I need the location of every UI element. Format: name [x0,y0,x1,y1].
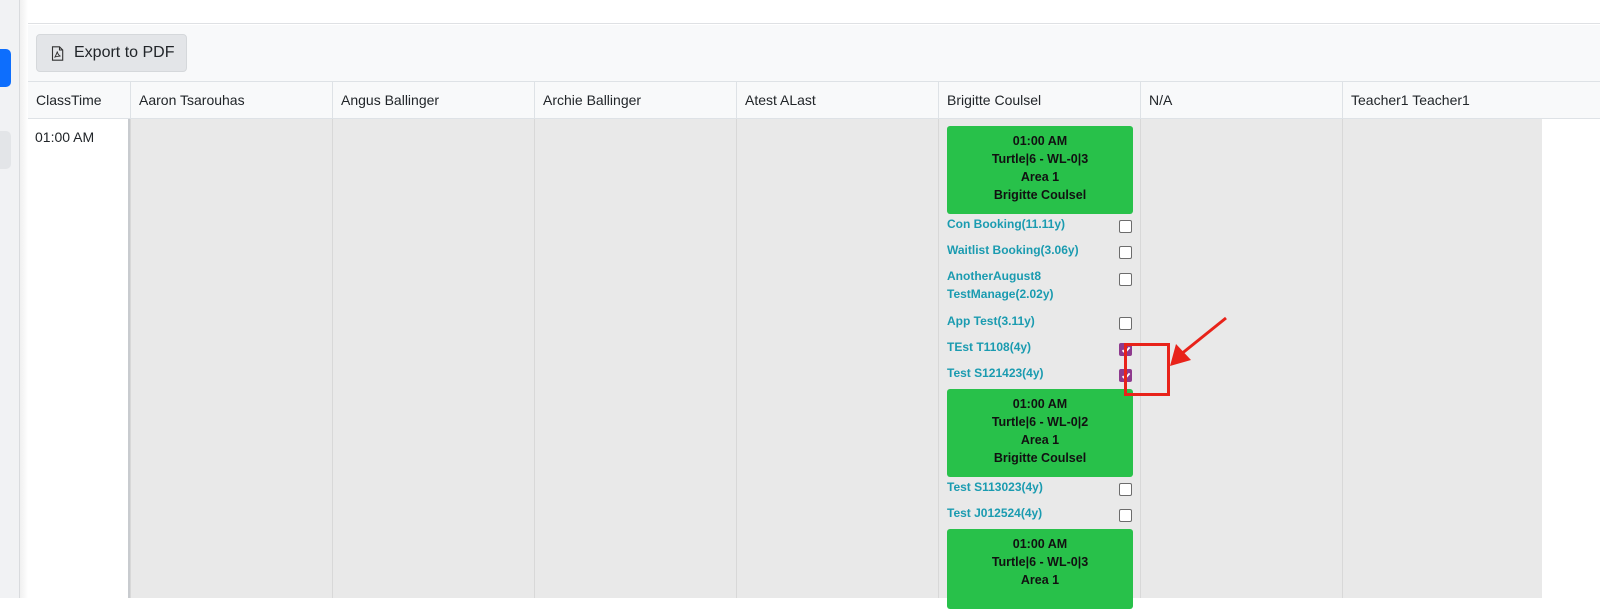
student-checkbox[interactable] [1119,220,1132,233]
schedule-cell-brigitte[interactable]: 01:00 AM Turtle|6 - WL-0|3 Area 1 Brigit… [938,119,1140,609]
annotation-highlight-box [1124,343,1170,396]
pdf-file-icon [51,45,64,61]
header-teacher-brigitte: Brigitte Coulsel [938,82,1140,119]
schedule-cell-teacher1[interactable] [1342,119,1542,598]
schedule-cell-aaron[interactable] [130,119,332,598]
slot-time: 01:00 AM [1012,134,1068,148]
student-link[interactable]: Test J012524(4y) [947,504,1125,522]
side-nav-active-tab[interactable] [0,49,11,87]
header-teacher-teacher1: Teacher1 Teacher1 [1342,82,1600,119]
schedule-grid: ClassTime Aaron Tsarouhas Angus Ballinge… [28,81,1600,609]
top-bar [28,0,1600,24]
side-nav-strip [0,0,20,598]
student-link[interactable]: TEst T1108(4y) [947,338,1125,356]
side-nav-tab[interactable] [0,131,11,169]
header-teacher-na: N/A [1140,82,1342,119]
class-slot[interactable]: 01:00 AM Turtle|6 - WL-0|2 Area 1 Brigit… [947,389,1133,477]
grid-tail [1542,119,1600,598]
side-nav-shadow [20,0,28,598]
slot-teacher: Brigitte Coulsel [993,188,1087,202]
class-slot[interactable]: 01:00 AM Turtle|6 - WL-0|3 Area 1 [947,529,1133,609]
slot-teacher: Brigitte Coulsel [993,451,1087,465]
toolbar: Export to PDF [28,25,1600,81]
header-teacher-aaron: Aaron Tsarouhas [130,82,332,119]
slot-area: Area 1 [1020,170,1060,184]
export-pdf-button[interactable]: Export to PDF [36,34,187,72]
header-classtime: ClassTime [36,92,102,108]
student-link[interactable]: Con Booking(11.11y) [947,215,1125,233]
student-checkbox[interactable] [1119,246,1132,259]
time-column: 01:00 AM [28,119,130,598]
class-slot[interactable]: 01:00 AM Turtle|6 - WL-0|3 Area 1 Brigit… [947,126,1133,214]
header-teacher-angus: Angus Ballinger [332,82,534,119]
header-teacher-atest: Atest ALast [736,82,938,119]
schedule-cell-archie[interactable] [534,119,736,598]
slot-time: 01:00 AM [1012,397,1068,411]
slot-class: Turtle|6 - WL-0|3 [991,555,1089,569]
student-checkbox[interactable] [1119,509,1132,522]
student-checkbox[interactable] [1119,317,1132,330]
student-checkbox[interactable] [1119,483,1132,496]
slot-class: Turtle|6 - WL-0|2 [991,415,1089,429]
slot-area: Area 1 [1020,573,1060,587]
export-pdf-label: Export to PDF [74,44,175,61]
student-link[interactable]: Waitlist Booking(3.06y) [947,241,1125,259]
header-row: ClassTime Aaron Tsarouhas Angus Ballinge… [28,81,1600,119]
student-link[interactable]: Test S113023(4y) [947,478,1125,496]
slot-class: Turtle|6 - WL-0|3 [991,152,1089,166]
student-link[interactable]: App Test(3.11y) [947,312,1125,330]
time-label: 01:00 AM [35,129,95,145]
student-link[interactable]: Test S121423(4y) [947,364,1125,382]
schedule-cell-angus[interactable] [332,119,534,598]
header-teacher-archie: Archie Ballinger [534,82,736,119]
student-checkbox[interactable] [1119,273,1132,286]
schedule-cell-na[interactable] [1140,119,1342,598]
student-link[interactable]: AnotherAugust8 TestManage(2.02y) [947,267,1097,303]
schedule-cell-atest[interactable] [736,119,938,598]
slot-time: 01:00 AM [1012,537,1068,551]
slot-area: Area 1 [1020,433,1060,447]
